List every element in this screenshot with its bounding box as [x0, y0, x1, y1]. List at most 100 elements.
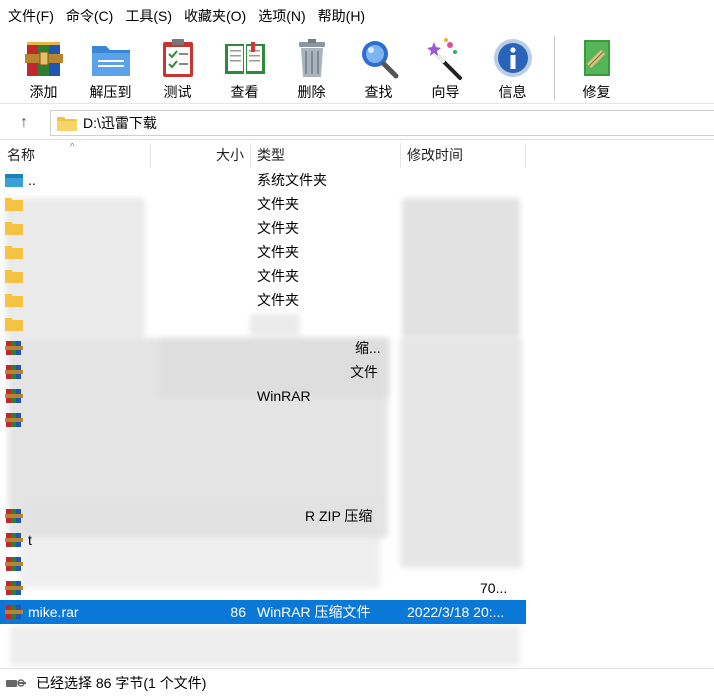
item-type: 文件夹 [257, 292, 299, 308]
item-type-partial: 文件 [350, 364, 378, 380]
column-name[interactable]: 名称 [7, 143, 35, 168]
menu-bar: 文件(F) 命令(C) 工具(S) 收藏夹(O) 选项(N) 帮助(H) [0, 0, 714, 32]
toolbar-separator [554, 36, 555, 100]
list-item-archive[interactable] [0, 456, 526, 480]
rar-archive-icon [5, 389, 23, 403]
view-button[interactable]: 查看 [211, 32, 278, 104]
item-type-partial: WinRAR [257, 388, 311, 404]
rar-archive-icon [5, 605, 23, 619]
folder-icon [5, 270, 23, 283]
rar-archive-icon [5, 533, 23, 547]
repair-book-icon [583, 40, 610, 76]
list-item-archive[interactable] [0, 432, 526, 456]
list-item-selected[interactable]: mike.rar 86 WinRAR 压缩文件 2022/3/18 20:... [0, 600, 526, 624]
list-item-archive[interactable] [0, 480, 526, 504]
menu-favorites[interactable]: 收藏夹(O) [178, 0, 252, 32]
item-name: mike.rar [28, 604, 79, 620]
magic-wand-icon [426, 38, 462, 80]
file-list: .. 系统文件夹 文件夹 文件夹 文件夹 文件夹 文件夹 缩... 文件 Win… [0, 168, 714, 668]
item-date-partial: 70... [480, 580, 508, 596]
item-type: 系统文件夹 [257, 172, 327, 188]
list-item-archive[interactable]: 文件 [0, 360, 526, 384]
column-divider[interactable] [250, 143, 251, 168]
list-item-folder[interactable]: 文件夹 [0, 216, 526, 240]
item-type: 文件夹 [257, 220, 299, 236]
list-item-archive[interactable]: R ZIP 压缩 [0, 504, 526, 528]
delete-button[interactable]: 删除 [278, 32, 345, 104]
list-item-folder[interactable]: 文件夹 [0, 264, 526, 288]
folder-icon [57, 116, 77, 131]
up-folder-button[interactable]: ↑ [0, 106, 48, 140]
menu-file[interactable]: 文件(F) [2, 0, 60, 32]
menu-help[interactable]: 帮助(H) [312, 0, 371, 32]
list-item-archive[interactable]: 缩... [0, 336, 526, 360]
list-item-archive[interactable] [0, 624, 526, 648]
folder-icon [5, 294, 23, 307]
column-header: 名称 ^ 大小 类型 修改时间 [0, 142, 714, 168]
find-label: 查找 [364, 84, 393, 100]
arrow-up-icon: ↑ [20, 113, 28, 131]
delete-label: 删除 [297, 84, 326, 100]
drive-icon [6, 679, 26, 687]
list-item-archive[interactable]: t [0, 528, 526, 552]
status-bar: 已经选择 86 字节(1 个文件) [0, 668, 714, 697]
list-item-folder[interactable]: 文件夹 [0, 240, 526, 264]
item-type-partial: R ZIP 压缩 [305, 508, 373, 524]
toolbar: 添加 解压到 测试 查看 删除 查找 向导 信息 修复 [0, 32, 714, 104]
item-type: 文件夹 [257, 196, 299, 212]
rar-archive-icon [5, 581, 23, 595]
info-label: 信息 [498, 84, 527, 100]
trash-can-icon [298, 39, 325, 77]
parent-folder-icon [5, 174, 23, 187]
item-type: 文件夹 [257, 268, 299, 284]
repair-label: 修复 [582, 84, 611, 100]
folder-icon [5, 198, 23, 211]
column-divider[interactable] [525, 143, 526, 168]
wizard-button[interactable]: 向导 [412, 32, 479, 104]
folder-icon [5, 318, 23, 331]
column-divider[interactable] [400, 143, 401, 168]
info-icon [493, 39, 532, 77]
list-item-folder[interactable] [0, 312, 526, 336]
wizard-label: 向导 [431, 84, 460, 100]
add-button[interactable]: 添加 [10, 32, 77, 104]
extract-label: 解压到 [89, 84, 132, 100]
column-type[interactable]: 类型 [257, 143, 285, 168]
rar-archive-icon [5, 557, 23, 571]
list-item-archive[interactable]: WinRAR [0, 384, 526, 408]
rar-archive-icon [5, 509, 23, 523]
extract-button[interactable]: 解压到 [77, 32, 144, 104]
rar-archive-icon [5, 413, 23, 427]
info-button[interactable]: 信息 [479, 32, 546, 104]
list-item-parent[interactable]: .. 系统文件夹 [0, 168, 526, 192]
item-date: 2022/3/18 20:... [407, 604, 505, 620]
menu-tools[interactable]: 工具(S) [119, 0, 178, 32]
repair-button[interactable]: 修复 [563, 32, 630, 104]
menu-options[interactable]: 选项(N) [252, 0, 311, 32]
list-item-folder[interactable]: 文件夹 [0, 288, 526, 312]
path-field[interactable]: D:\迅雷下载 [50, 110, 714, 136]
rar-archive-icon [5, 341, 23, 355]
menu-command[interactable]: 命令(C) [60, 0, 119, 32]
column-size[interactable]: 大小 [150, 143, 244, 168]
item-type-partial: 缩... [355, 340, 381, 356]
clipboard-check-icon [162, 39, 193, 77]
list-item-archive[interactable] [0, 552, 526, 576]
view-label: 查看 [230, 84, 259, 100]
find-button[interactable]: 查找 [345, 32, 412, 104]
column-modified[interactable]: 修改时间 [407, 143, 463, 168]
address-bar: ↑ D:\迅雷下载 [0, 106, 714, 140]
item-name-partial: t [28, 532, 32, 548]
list-item-archive[interactable] [0, 648, 526, 668]
folder-extract-icon [91, 46, 130, 76]
list-item-folder[interactable]: 文件夹 [0, 192, 526, 216]
add-label: 添加 [29, 84, 58, 100]
folder-icon [5, 222, 23, 235]
list-item-archive[interactable] [0, 408, 526, 432]
open-book-icon [224, 42, 265, 74]
test-label: 测试 [163, 84, 192, 100]
path-text: D:\迅雷下载 [83, 115, 157, 131]
test-button[interactable]: 测试 [144, 32, 211, 104]
magnifier-icon [361, 41, 398, 79]
list-item-archive[interactable]: 70... [0, 576, 526, 600]
